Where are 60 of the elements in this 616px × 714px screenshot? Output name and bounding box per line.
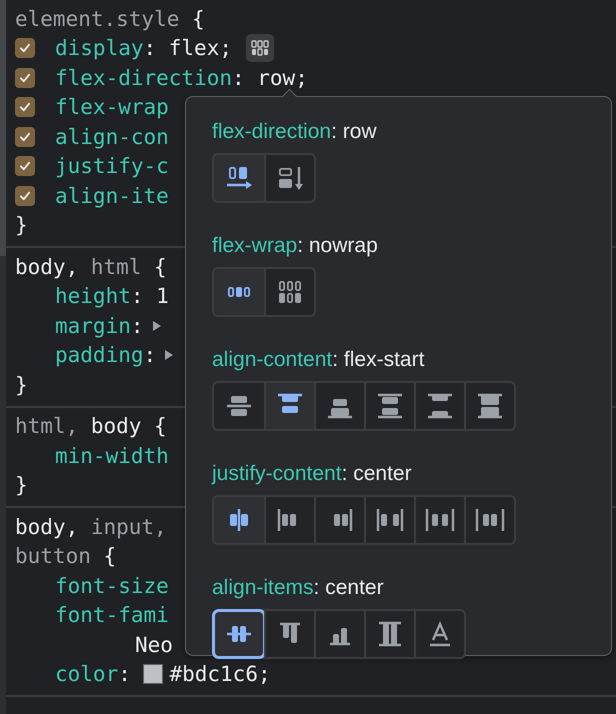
- brace: {: [154, 414, 167, 438]
- selector-text: button: [15, 544, 91, 568]
- selector-text: element.style: [15, 6, 180, 31]
- grid-icon: [250, 38, 270, 58]
- checkbox[interactable]: [15, 126, 35, 147]
- checkbox[interactable]: [15, 38, 35, 58]
- layout-option-button[interactable]: [214, 269, 264, 315]
- checkbox[interactable]: [15, 186, 35, 206]
- property-label: align-content: flex-start: [212, 347, 424, 373]
- layout-option-button[interactable]: [264, 383, 314, 429]
- property-name: padding: [55, 343, 144, 368]
- property-value: Neo: [135, 632, 173, 657]
- property-name: height: [55, 284, 131, 308]
- checkbox[interactable]: [15, 97, 35, 118]
- colon: :: [144, 343, 156, 368]
- colon: :: [118, 662, 131, 686]
- property-name: justify-c: [55, 154, 169, 178]
- expand-triangle-icon[interactable]: [152, 320, 162, 332]
- color-swatch[interactable]: [143, 664, 164, 684]
- property-name: font-size: [55, 574, 169, 598]
- colon: :: [144, 36, 156, 60]
- brace: {: [192, 6, 205, 31]
- checkbox[interactable]: [15, 156, 35, 176]
- property-name: align-ite: [55, 184, 169, 208]
- property-label: justify-content: center: [212, 461, 412, 487]
- colon: :: [130, 284, 144, 308]
- selector-text: input,: [90, 514, 167, 539]
- layout-option-button[interactable]: [214, 611, 264, 657]
- selector-text: html: [90, 254, 142, 279]
- brace: }: [15, 372, 28, 397]
- property-label: flex-wrap: nowrap: [212, 233, 378, 259]
- colon: :: [130, 314, 144, 338]
- selector-text: body,: [15, 514, 78, 539]
- selector-text: body,: [15, 254, 78, 279]
- property-value: row;: [257, 66, 308, 90]
- selector-text: html,: [15, 414, 78, 438]
- property-name: flex-wrap: [55, 95, 169, 120]
- property-value: 1: [156, 284, 169, 308]
- property-name: margin: [55, 314, 131, 338]
- property-label: align-items: center: [212, 575, 384, 601]
- colon: :: [232, 66, 245, 90]
- layout-option-button[interactable]: [214, 497, 264, 543]
- property-name: display: [55, 36, 144, 60]
- selector-text: body: [90, 414, 142, 438]
- property-value: #bdc1c6;: [169, 662, 271, 686]
- layout-option-button[interactable]: [214, 155, 264, 201]
- property-name: align-con: [55, 124, 169, 149]
- property-name: min-width: [55, 444, 169, 468]
- flexbox-editor-button[interactable]: [246, 34, 274, 62]
- property-name: flex-direction: [55, 66, 232, 90]
- property-name: font-fami: [55, 603, 169, 628]
- brace: }: [15, 473, 28, 498]
- brace: {: [103, 544, 116, 568]
- brace: }: [15, 213, 28, 238]
- brace: {: [154, 254, 167, 279]
- checkbox[interactable]: [15, 68, 35, 88]
- property-label: flex-direction: row: [212, 119, 377, 145]
- property-value: flex;: [168, 36, 232, 60]
- expand-triangle-icon[interactable]: [164, 349, 174, 362]
- property-name: color: [55, 662, 118, 686]
